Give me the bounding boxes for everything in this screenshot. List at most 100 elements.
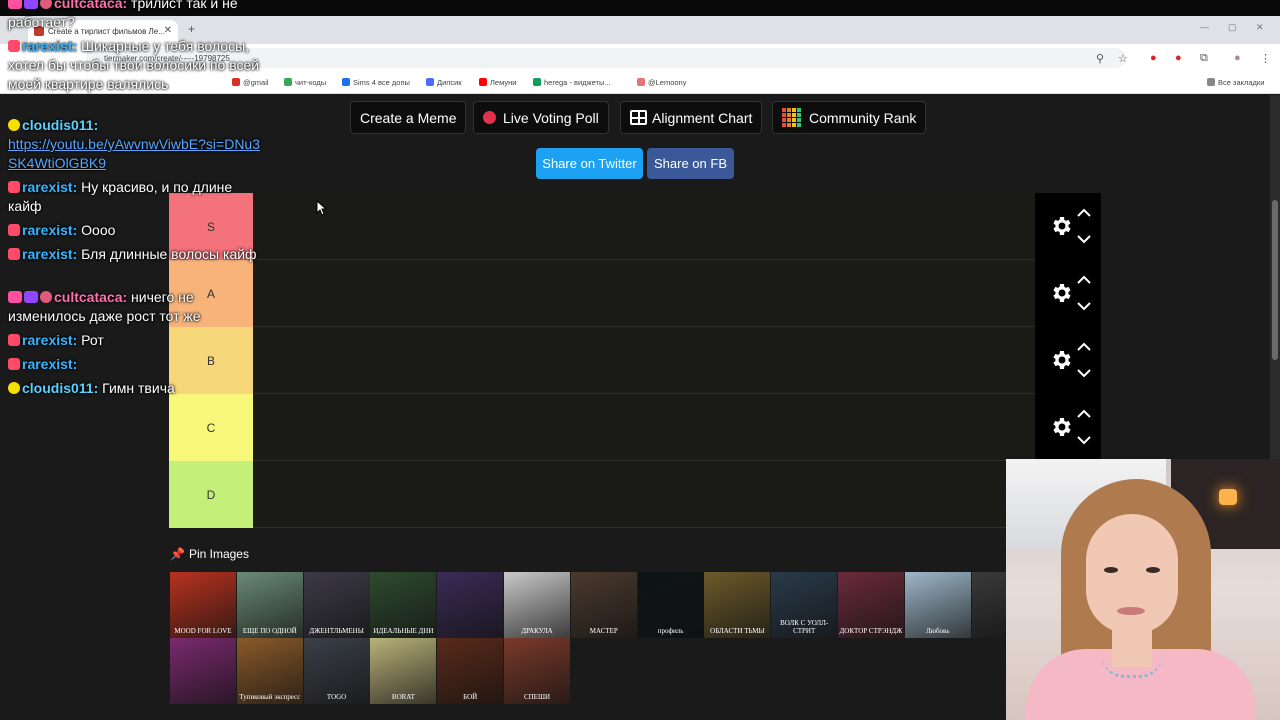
live-voting-poll-button[interactable]: Live Voting Poll xyxy=(473,101,609,134)
bookmark-item[interactable]: Лемуни xyxy=(479,78,516,87)
tier-row[interactable]: D xyxy=(169,461,1101,528)
streamer-eye xyxy=(1146,567,1160,573)
tier-controls xyxy=(1035,193,1101,260)
movie-poster[interactable]: ДОКТОР СТРЭНДЖ xyxy=(838,572,904,638)
movie-poster[interactable] xyxy=(971,572,1008,638)
movie-poster[interactable] xyxy=(437,572,504,638)
extension-icon[interactable]: ● xyxy=(1150,52,1157,64)
chevron-up-icon[interactable] xyxy=(1077,275,1091,285)
movie-poster[interactable]: TOGO xyxy=(303,638,370,704)
movie-poster[interactable]: ДРАКУЛА xyxy=(504,572,570,638)
chat-link[interactable]: https://youtu.be/yAwvnwViwbE?si=DNu3SK4W… xyxy=(8,135,268,173)
heart-badge-icon xyxy=(8,248,20,260)
gear-icon[interactable] xyxy=(1049,281,1073,305)
community-rank-button[interactable]: Community Rank xyxy=(772,101,927,134)
menu-icon[interactable]: ⋮ xyxy=(1260,52,1271,65)
close-window-icon[interactable]: ✕ xyxy=(1256,22,1264,33)
all-bookmarks[interactable]: Все закладки xyxy=(1207,78,1264,87)
create-meme-button[interactable]: Create a Meme xyxy=(350,101,467,134)
streamer-lips xyxy=(1117,607,1145,615)
candle-light xyxy=(1219,489,1237,505)
bookmark-item[interactable]: Sims 4 все допы xyxy=(342,78,410,87)
puzzle-icon[interactable]: ⧉ xyxy=(1200,52,1208,65)
movie-poster[interactable]: профиль xyxy=(637,572,704,638)
bookmark-item[interactable]: чит-коды xyxy=(284,78,326,87)
maximize-icon[interactable]: ▢ xyxy=(1228,22,1237,33)
pin-icon: 📌 xyxy=(170,547,185,561)
chat-message: rarexist: Бля длинные волосы кайф xyxy=(8,245,268,264)
tier-list: SABCD xyxy=(169,193,1101,530)
scrollbar-thumb[interactable] xyxy=(1272,200,1278,360)
gear-icon[interactable] xyxy=(1049,415,1073,439)
movie-poster[interactable]: ЕЩЕ ПО ОДНОЙ xyxy=(236,572,303,638)
chevron-up-icon[interactable] xyxy=(1077,208,1091,218)
extension-icon[interactable]: ● xyxy=(1175,52,1182,64)
gear-icon[interactable] xyxy=(1049,348,1073,372)
chat-message: rarexist: Ну красиво, и по длине кайф xyxy=(8,179,233,214)
badge-icon xyxy=(24,291,38,303)
lemon-badge-icon xyxy=(8,119,20,131)
chat-message: rarexist: xyxy=(8,355,268,374)
pin-images-toggle[interactable]: 📌 Pin Images xyxy=(170,547,249,561)
movie-poster[interactable]: BORAT xyxy=(370,638,437,704)
movie-poster[interactable]: СПЕШИ xyxy=(504,638,570,704)
chat-message: rarexist: Рот xyxy=(8,331,268,350)
tier-row[interactable]: B xyxy=(169,327,1101,394)
zoom-icon[interactable]: ⚲ xyxy=(1096,52,1104,65)
chat-message: cultcataca: трилист так и не работает? xyxy=(8,0,268,32)
chat-message: rarexist: Оооо xyxy=(8,221,268,240)
tier-label[interactable]: D xyxy=(169,461,253,528)
webcam-overlay xyxy=(1006,459,1280,720)
chevron-up-icon[interactable] xyxy=(1077,342,1091,352)
badge-icon xyxy=(40,0,52,9)
chat-message: cloudis011: Гимн твича xyxy=(8,379,268,398)
tier-controls xyxy=(1035,394,1101,461)
movie-poster[interactable]: ИДЕАЛЬНЫЕ ДНИ xyxy=(370,572,437,638)
badge-icon xyxy=(8,291,22,303)
movie-poster[interactable] xyxy=(170,638,236,704)
tier-controls xyxy=(1035,260,1101,327)
movie-poster[interactable]: ВОЛК С УОЛЛ-СТРИТ xyxy=(771,572,838,638)
alignment-chart-button[interactable]: Alignment Chart xyxy=(620,101,763,134)
share-fb-button[interactable]: Share on FB xyxy=(647,148,734,179)
chevron-down-icon[interactable] xyxy=(1077,234,1091,244)
tier-row[interactable]: S xyxy=(169,193,1101,260)
chat-message: rarexist: Шикарные у тебя волосы, хотел … xyxy=(8,38,260,92)
heart-badge-icon xyxy=(8,181,20,193)
cursor-icon xyxy=(316,200,328,216)
heart-badge-icon xyxy=(8,224,20,236)
movie-poster[interactable]: ДЖЕНТЛЬМЕНЫ xyxy=(303,572,370,638)
chat-message: cloudis011: xyxy=(8,116,268,135)
bookmark-item[interactable]: Дипсик xyxy=(426,78,462,87)
community-rank-icon xyxy=(782,108,801,127)
streamer-eye xyxy=(1104,567,1118,573)
movie-poster[interactable]: Любовь xyxy=(904,572,971,638)
movie-poster[interactable]: ОБЛАСТИ ТЬМЫ xyxy=(704,572,771,638)
chat-message: cultcataca: ничего не изменилось даже ро… xyxy=(8,289,201,324)
chevron-down-icon[interactable] xyxy=(1077,435,1091,445)
bookmark-item[interactable]: herega - виджеты... xyxy=(533,78,611,87)
badge-icon xyxy=(40,291,52,303)
movie-poster[interactable]: MOOD FOR LOVE xyxy=(170,572,236,638)
movie-poster[interactable]: БОЙ xyxy=(437,638,504,704)
bookmark-item[interactable]: @Lemoony xyxy=(637,78,686,87)
gear-icon[interactable] xyxy=(1049,214,1073,238)
share-twitter-button[interactable]: Share on Twitter xyxy=(536,148,643,179)
streamer-face xyxy=(1086,514,1178,634)
lemon-badge-icon xyxy=(8,382,20,394)
badge-icon xyxy=(8,0,22,9)
chevron-down-icon[interactable] xyxy=(1077,368,1091,378)
movie-poster[interactable]: Тупиковый экспресс xyxy=(236,638,303,704)
minimize-icon[interactable]: — xyxy=(1200,22,1209,32)
heart-badge-icon xyxy=(8,358,20,370)
tier-row[interactable]: A xyxy=(169,260,1101,327)
star-icon[interactable]: ☆ xyxy=(1118,52,1128,65)
tier-row[interactable]: C xyxy=(169,394,1101,461)
chevron-down-icon[interactable] xyxy=(1077,301,1091,311)
grid-icon xyxy=(630,110,647,125)
chevron-up-icon[interactable] xyxy=(1077,409,1091,419)
heart-badge-icon xyxy=(8,334,20,346)
tier-label[interactable]: C xyxy=(169,394,253,461)
movie-poster[interactable]: МАСТЕР xyxy=(570,572,637,638)
profile-avatar[interactable]: ● xyxy=(1234,52,1241,64)
